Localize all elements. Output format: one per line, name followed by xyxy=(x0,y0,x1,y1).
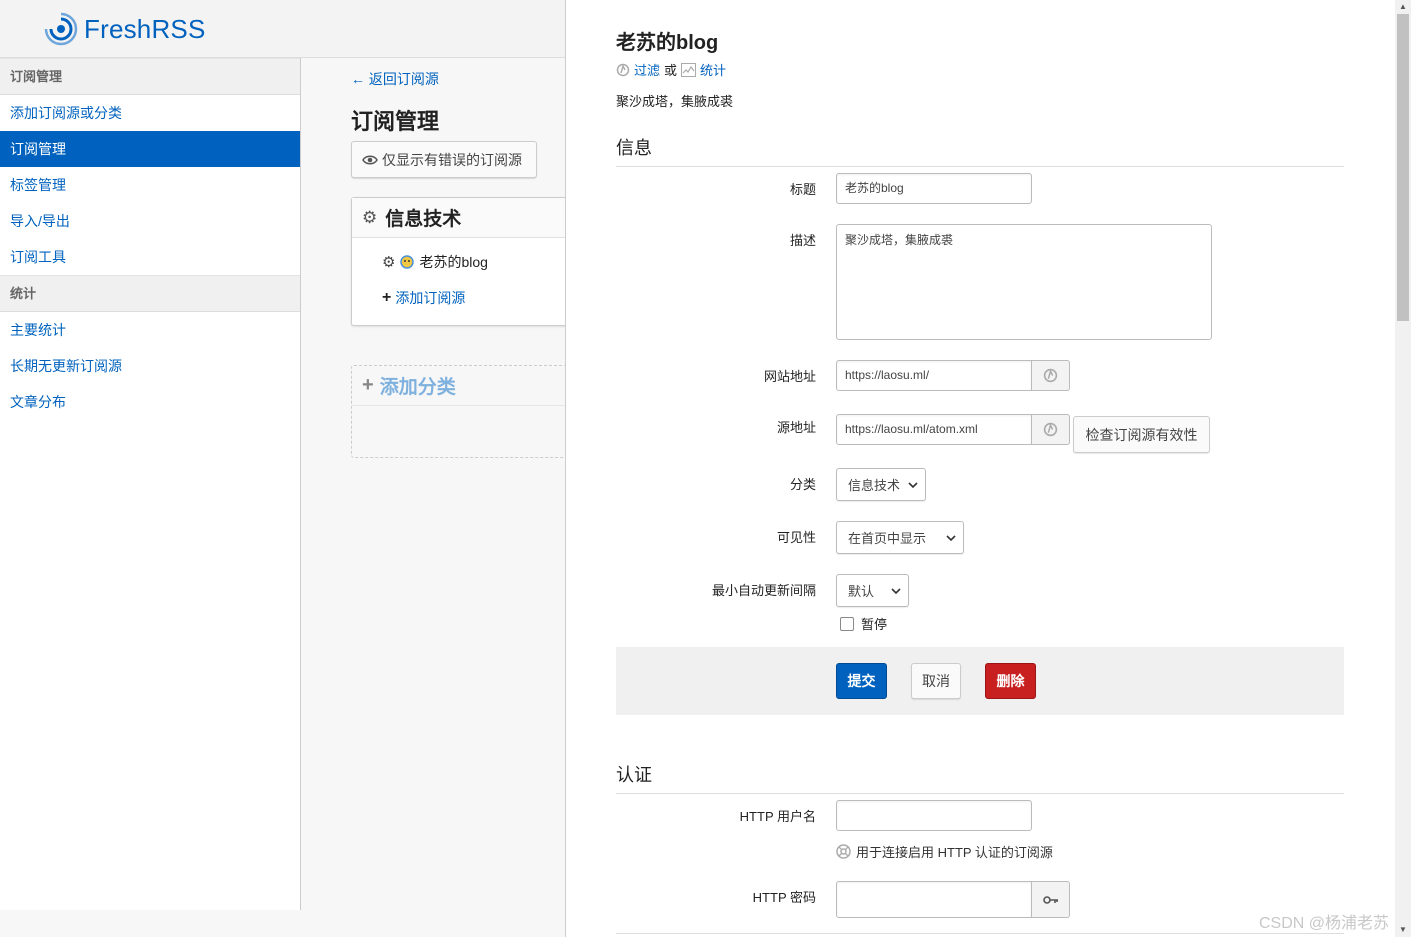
category-select[interactable]: 信息技术 xyxy=(836,468,926,501)
sidebar-item-article-repartition[interactable]: 文章分布 xyxy=(0,384,300,420)
sidebar-heading-stats: 统计 xyxy=(0,275,300,312)
http-auth-help-text: 用于连接启用 HTTP 认证的订阅源 xyxy=(856,845,1053,860)
feed-url-input[interactable]: https://laosu.ml/atom.xml xyxy=(836,414,1032,445)
delete-button[interactable]: 删除 xyxy=(985,663,1036,699)
feed-gear-icon[interactable]: ⚙ xyxy=(382,253,395,271)
filter-link[interactable]: 过滤 xyxy=(634,60,660,79)
back-to-feeds-link[interactable]: ← 返回订阅源 xyxy=(351,69,439,89)
website-label: 网站地址 xyxy=(763,369,816,384)
app-logo[interactable]: FreshRSS xyxy=(44,12,206,46)
freshrss-logo-icon xyxy=(44,12,78,46)
category-header: ⚙ 信息技术 xyxy=(352,198,565,238)
page-title: 订阅管理 xyxy=(351,109,440,134)
chevron-down-icon xyxy=(908,482,918,489)
plus-icon: + xyxy=(382,289,392,306)
gear-icon[interactable]: ⚙ xyxy=(362,208,377,228)
link-icon xyxy=(1043,422,1058,437)
scrollbar-thumb[interactable] xyxy=(1397,14,1409,321)
ttl-select[interactable]: 默认 xyxy=(836,574,909,607)
stats-icon xyxy=(681,62,697,77)
or-text: 或 xyxy=(664,63,678,78)
feed-links: 过滤 或 统计 xyxy=(616,60,726,79)
link-icon xyxy=(1043,368,1058,383)
feed-item[interactable]: ⚙ 老苏的blog xyxy=(382,252,488,272)
scroll-down-icon[interactable]: ▼ xyxy=(1398,925,1408,935)
show-password-button[interactable] xyxy=(1032,881,1070,918)
feed-url-label: 源地址 xyxy=(776,420,816,435)
help-icon xyxy=(836,844,851,859)
app-header: FreshRSS xyxy=(0,0,565,58)
sidebar-item-import-export[interactable]: 导入/导出 xyxy=(0,203,300,239)
form-actions-bar xyxy=(616,647,1344,715)
app-name: FreshRSS xyxy=(84,13,206,44)
category-select-value: 信息技术 xyxy=(848,478,901,493)
chevron-down-icon xyxy=(891,588,901,595)
open-website-button[interactable] xyxy=(1032,360,1070,391)
auth-section-title: 认证 xyxy=(616,761,1344,794)
feed-description-text: 聚沙成塔，集腋成裘 xyxy=(616,94,734,109)
add-feed-link[interactable]: + 添加订阅源 xyxy=(382,288,465,308)
description-textarea[interactable]: 聚沙成塔，集腋成裘 xyxy=(836,224,1212,340)
description-label: 描述 xyxy=(789,233,816,248)
sidebar-item-subscription-management[interactable]: 订阅管理 xyxy=(0,131,300,167)
sidebar: 订阅管理 添加订阅源或分类 订阅管理 标签管理 导入/导出 订阅工具 统计 主要… xyxy=(0,58,301,910)
plus-icon: + xyxy=(362,374,374,396)
http-password-label: HTTP 密码 xyxy=(752,890,816,905)
sidebar-item-subscription-tools[interactable]: 订阅工具 xyxy=(0,239,300,275)
pause-option[interactable]: 暂停 xyxy=(840,614,887,633)
ttl-label: 最小自动更新间隔 xyxy=(711,583,816,598)
filter-icon xyxy=(616,63,630,76)
open-feed-button[interactable] xyxy=(1032,414,1070,445)
sidebar-item-idle-feeds[interactable]: 长期无更新订阅源 xyxy=(0,348,300,384)
http-username-label: HTTP 用户名 xyxy=(739,809,816,824)
info-section-title: 信息 xyxy=(616,134,1344,167)
ttl-select-value: 默认 xyxy=(848,584,875,599)
sidebar-item-add-feed[interactable]: 添加订阅源或分类 xyxy=(0,95,300,131)
vertical-scrollbar[interactable]: ▲ ▼ xyxy=(1395,0,1411,937)
http-auth-help: 用于连接启用 HTTP 认证的订阅源 xyxy=(836,842,1053,861)
pause-checkbox[interactable] xyxy=(840,616,854,631)
sidebar-heading-subscriptions: 订阅管理 xyxy=(0,58,300,95)
chevron-down-icon xyxy=(946,535,956,542)
add-category-header[interactable]: + 添加分类 xyxy=(352,366,565,406)
show-errors-only-label: 仅显示有错误的订阅源 xyxy=(382,151,522,168)
watermark: CSDN @杨浦老苏 xyxy=(1259,915,1390,932)
feed-name: 老苏的blog xyxy=(419,254,488,270)
website-input[interactable]: https://laosu.ml/ xyxy=(836,360,1032,391)
submit-button[interactable]: 提交 xyxy=(836,663,887,699)
sidebar-item-main-stats[interactable]: 主要统计 xyxy=(0,312,300,348)
http-username-input[interactable] xyxy=(836,800,1032,831)
http-password-input[interactable] xyxy=(836,881,1032,918)
scroll-up-icon[interactable]: ▲ xyxy=(1398,2,1408,12)
show-errors-only-button[interactable]: 仅显示有错误的订阅源 xyxy=(351,141,537,178)
key-icon xyxy=(1042,895,1058,904)
category-label: 分类 xyxy=(789,477,816,492)
feed-list-column: ← 返回订阅源 订阅管理 仅显示有错误的订阅源 ⚙ 信息技术 ⚙ 老苏的blog… xyxy=(301,58,565,937)
section-divider xyxy=(616,933,1344,934)
visibility-label: 可见性 xyxy=(776,530,816,545)
cancel-button[interactable]: 取消 xyxy=(911,663,961,699)
title-label: 标题 xyxy=(789,182,816,197)
visibility-select-value: 在首页中显示 xyxy=(848,531,927,546)
category-box: ⚙ 信息技术 ⚙ 老苏的blog + 添加订阅源 xyxy=(351,197,565,326)
feed-title: 老苏的blog xyxy=(616,32,719,54)
add-category-label: 添加分类 xyxy=(379,377,456,398)
stats-link[interactable]: 统计 xyxy=(700,60,726,79)
eye-icon xyxy=(362,155,378,164)
check-feed-button[interactable]: 检查订阅源有效性 xyxy=(1073,416,1210,453)
add-feed-label: 添加订阅源 xyxy=(395,290,466,306)
feed-favicon-icon xyxy=(400,255,415,269)
pause-label: 暂停 xyxy=(861,617,888,632)
title-input[interactable]: 老苏的blog xyxy=(836,173,1032,204)
feed-config-panel: 老苏的blog 过滤 或 统计 聚沙成塔，集腋成裘 信息 标题 老苏的blog … xyxy=(565,0,1395,937)
category-name: 信息技术 xyxy=(385,209,462,230)
visibility-select[interactable]: 在首页中显示 xyxy=(836,521,964,554)
sidebar-item-tag-management[interactable]: 标签管理 xyxy=(0,167,300,203)
add-category-box[interactable]: + 添加分类 xyxy=(351,365,565,458)
